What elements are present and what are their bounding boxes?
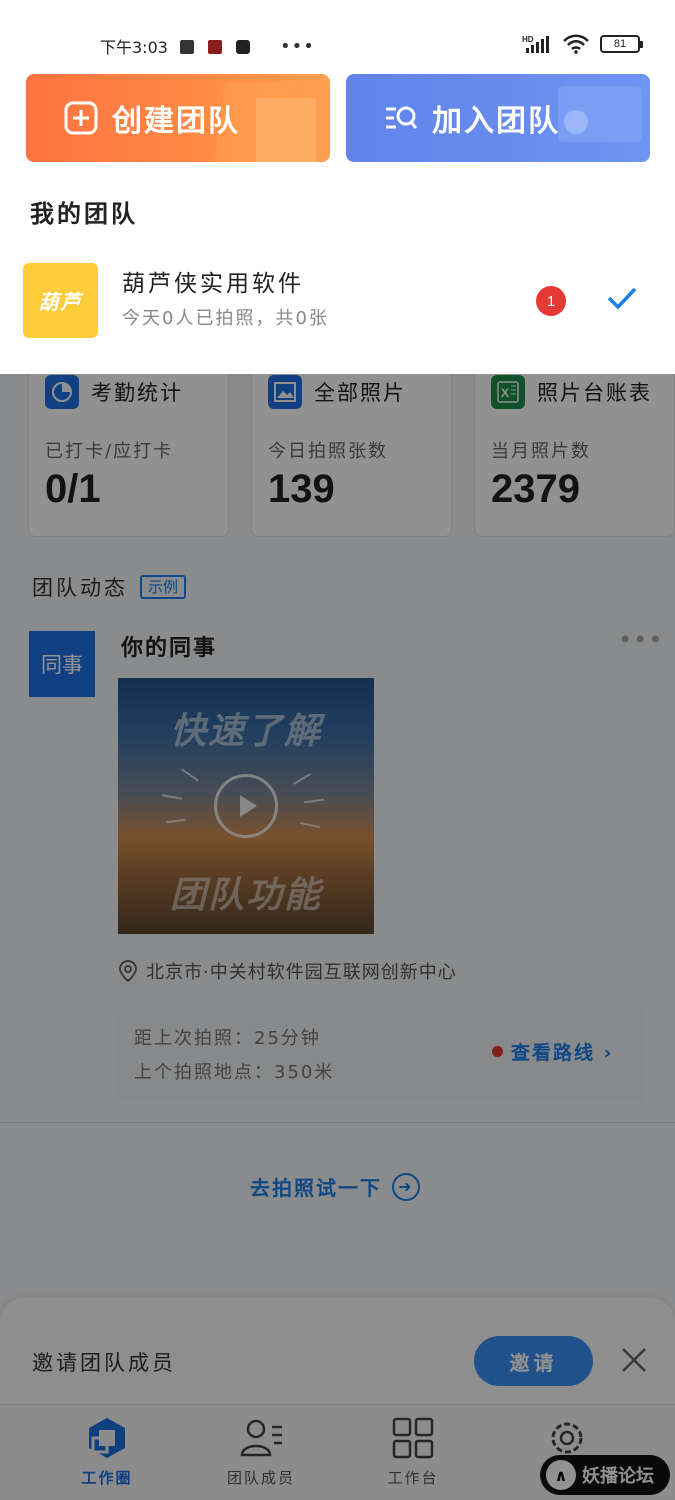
checkmark-icon xyxy=(607,287,637,310)
nav-item-workbench[interactable]: 工作台 xyxy=(358,1415,468,1488)
section-title: 我的团队 xyxy=(30,200,138,228)
wifi-icon xyxy=(563,34,589,54)
stat-header: 考勤统计 xyxy=(45,375,183,409)
join-team-label: 加入团队 xyxy=(432,105,560,138)
try-photo-link[interactable]: 去拍照试一下 ➜ xyxy=(250,1172,420,1201)
arrow-right-circle-icon: ➜ xyxy=(392,1172,420,1201)
burst-line xyxy=(161,794,183,800)
feed-title: 团队动态 xyxy=(32,576,128,600)
plus-square-icon xyxy=(64,101,98,135)
divider xyxy=(0,1122,675,1123)
stat-header: X 照片台账表 xyxy=(491,375,652,409)
watermark-logo: ∧ xyxy=(546,1460,576,1490)
red-dot-icon xyxy=(492,1046,503,1057)
location: 北京市·中关村软件园互联网创新中心 xyxy=(118,958,457,984)
video-title-bottom: 团队功能 xyxy=(169,875,322,916)
location-text: 北京市·中关村软件园互联网创新中心 xyxy=(146,962,457,983)
svg-text:HD: HD xyxy=(522,35,534,44)
team-switch-sheet: 下午3:03 ••• HD 81 创建团队 加入团队 我的团队 葫芦 葫芦侠实用… xyxy=(0,0,675,374)
decoration xyxy=(564,110,588,134)
join-team-button[interactable]: 加入团队 xyxy=(346,74,650,162)
stat-subtitle: 当月照片数 xyxy=(491,441,591,462)
close-icon[interactable] xyxy=(620,1346,648,1374)
last-photo-time: 距上次拍照：25分钟 xyxy=(134,1028,321,1049)
app-notification-icon xyxy=(236,39,250,54)
create-team-button[interactable]: 创建团队 xyxy=(26,74,330,162)
create-team-label: 创建团队 xyxy=(112,105,240,138)
status-time: 下午3:03 xyxy=(100,38,168,57)
play-button[interactable] xyxy=(214,774,278,838)
signal-icon: HD xyxy=(522,35,549,53)
search-list-icon xyxy=(386,106,418,129)
team-subtitle: 今天0人已拍照，共0张 xyxy=(122,308,329,329)
feed-header: 团队动态 示例 xyxy=(32,572,187,602)
avatar: 同事 xyxy=(29,631,95,697)
stat-value: 2379 xyxy=(491,467,580,511)
invite-text: 邀请团队成员 xyxy=(32,1351,176,1375)
team-name: 葫芦侠实用软件 xyxy=(122,271,304,297)
video-thumbnail[interactable]: 快速了解 团队功能 xyxy=(118,678,374,934)
location-pin-icon xyxy=(118,960,138,982)
pie-chart-icon xyxy=(45,375,79,409)
watermark-text: 妖播论坛 xyxy=(582,1466,654,1487)
excel-icon: X xyxy=(491,375,525,409)
last-photo-distance: 上个拍照地点：350米 xyxy=(134,1062,335,1083)
watermark: ∧ 妖播论坛 xyxy=(540,1455,670,1495)
burst-line xyxy=(181,768,199,782)
nav-label: 工作圈 xyxy=(81,1469,133,1487)
invite-button[interactable]: 邀请 xyxy=(474,1336,593,1386)
image-icon xyxy=(268,375,302,409)
stat-title: 全部照片 xyxy=(314,381,406,405)
stat-value: 0/1 xyxy=(45,467,101,511)
decoration xyxy=(256,98,316,162)
burst-line xyxy=(165,818,187,824)
stat-value: 139 xyxy=(268,467,335,511)
unread-badge: 1 xyxy=(536,286,566,316)
stat-title: 照片台账表 xyxy=(537,381,652,405)
svg-text:X: X xyxy=(501,386,509,400)
nav-label: 工作台 xyxy=(387,1469,439,1487)
stat-subtitle: 已打卡/应打卡 xyxy=(45,441,174,462)
nav-item-team-members[interactable]: 团队成员 xyxy=(206,1415,316,1488)
view-route-link[interactable]: 查看路线 › xyxy=(492,1038,613,1065)
poster-name: 你的同事 xyxy=(121,636,218,661)
view-route-label: 查看路线 › xyxy=(511,1042,614,1064)
work-circle-icon xyxy=(89,1418,125,1458)
invite-bar: 邀请团队成员 邀请 xyxy=(0,1298,675,1404)
status-right: HD 81 xyxy=(522,34,643,54)
sample-badge: 示例 xyxy=(140,575,187,599)
play-icon xyxy=(240,795,257,817)
workbench-grid-icon xyxy=(392,1417,434,1459)
burst-line xyxy=(300,821,320,829)
more-options-icon[interactable]: ••• xyxy=(618,626,663,654)
app-notification-icon xyxy=(180,39,194,54)
stat-title: 考勤统计 xyxy=(91,381,183,405)
more-notifications-icon: ••• xyxy=(280,36,315,57)
burst-line xyxy=(292,773,312,785)
battery-icon: 81 xyxy=(600,35,643,53)
video-title-top: 快速了解 xyxy=(169,711,322,752)
stat-subtitle: 今日拍照张数 xyxy=(268,441,388,462)
burst-line xyxy=(303,798,325,804)
try-photo-label: 去拍照试一下 xyxy=(250,1176,382,1200)
nav-item-work-circle[interactable]: 工作圈 xyxy=(52,1415,162,1488)
route-info-box: 距上次拍照：25分钟 上个拍照地点：350米 查看路线 › xyxy=(118,1008,646,1102)
team-members-icon xyxy=(240,1419,282,1457)
app-notification-icon xyxy=(208,39,222,54)
team-avatar: 葫芦 xyxy=(23,263,98,338)
status-notifications: ••• xyxy=(180,36,315,57)
stat-header: 全部照片 xyxy=(268,375,406,409)
nav-label: 团队成员 xyxy=(226,1469,295,1487)
